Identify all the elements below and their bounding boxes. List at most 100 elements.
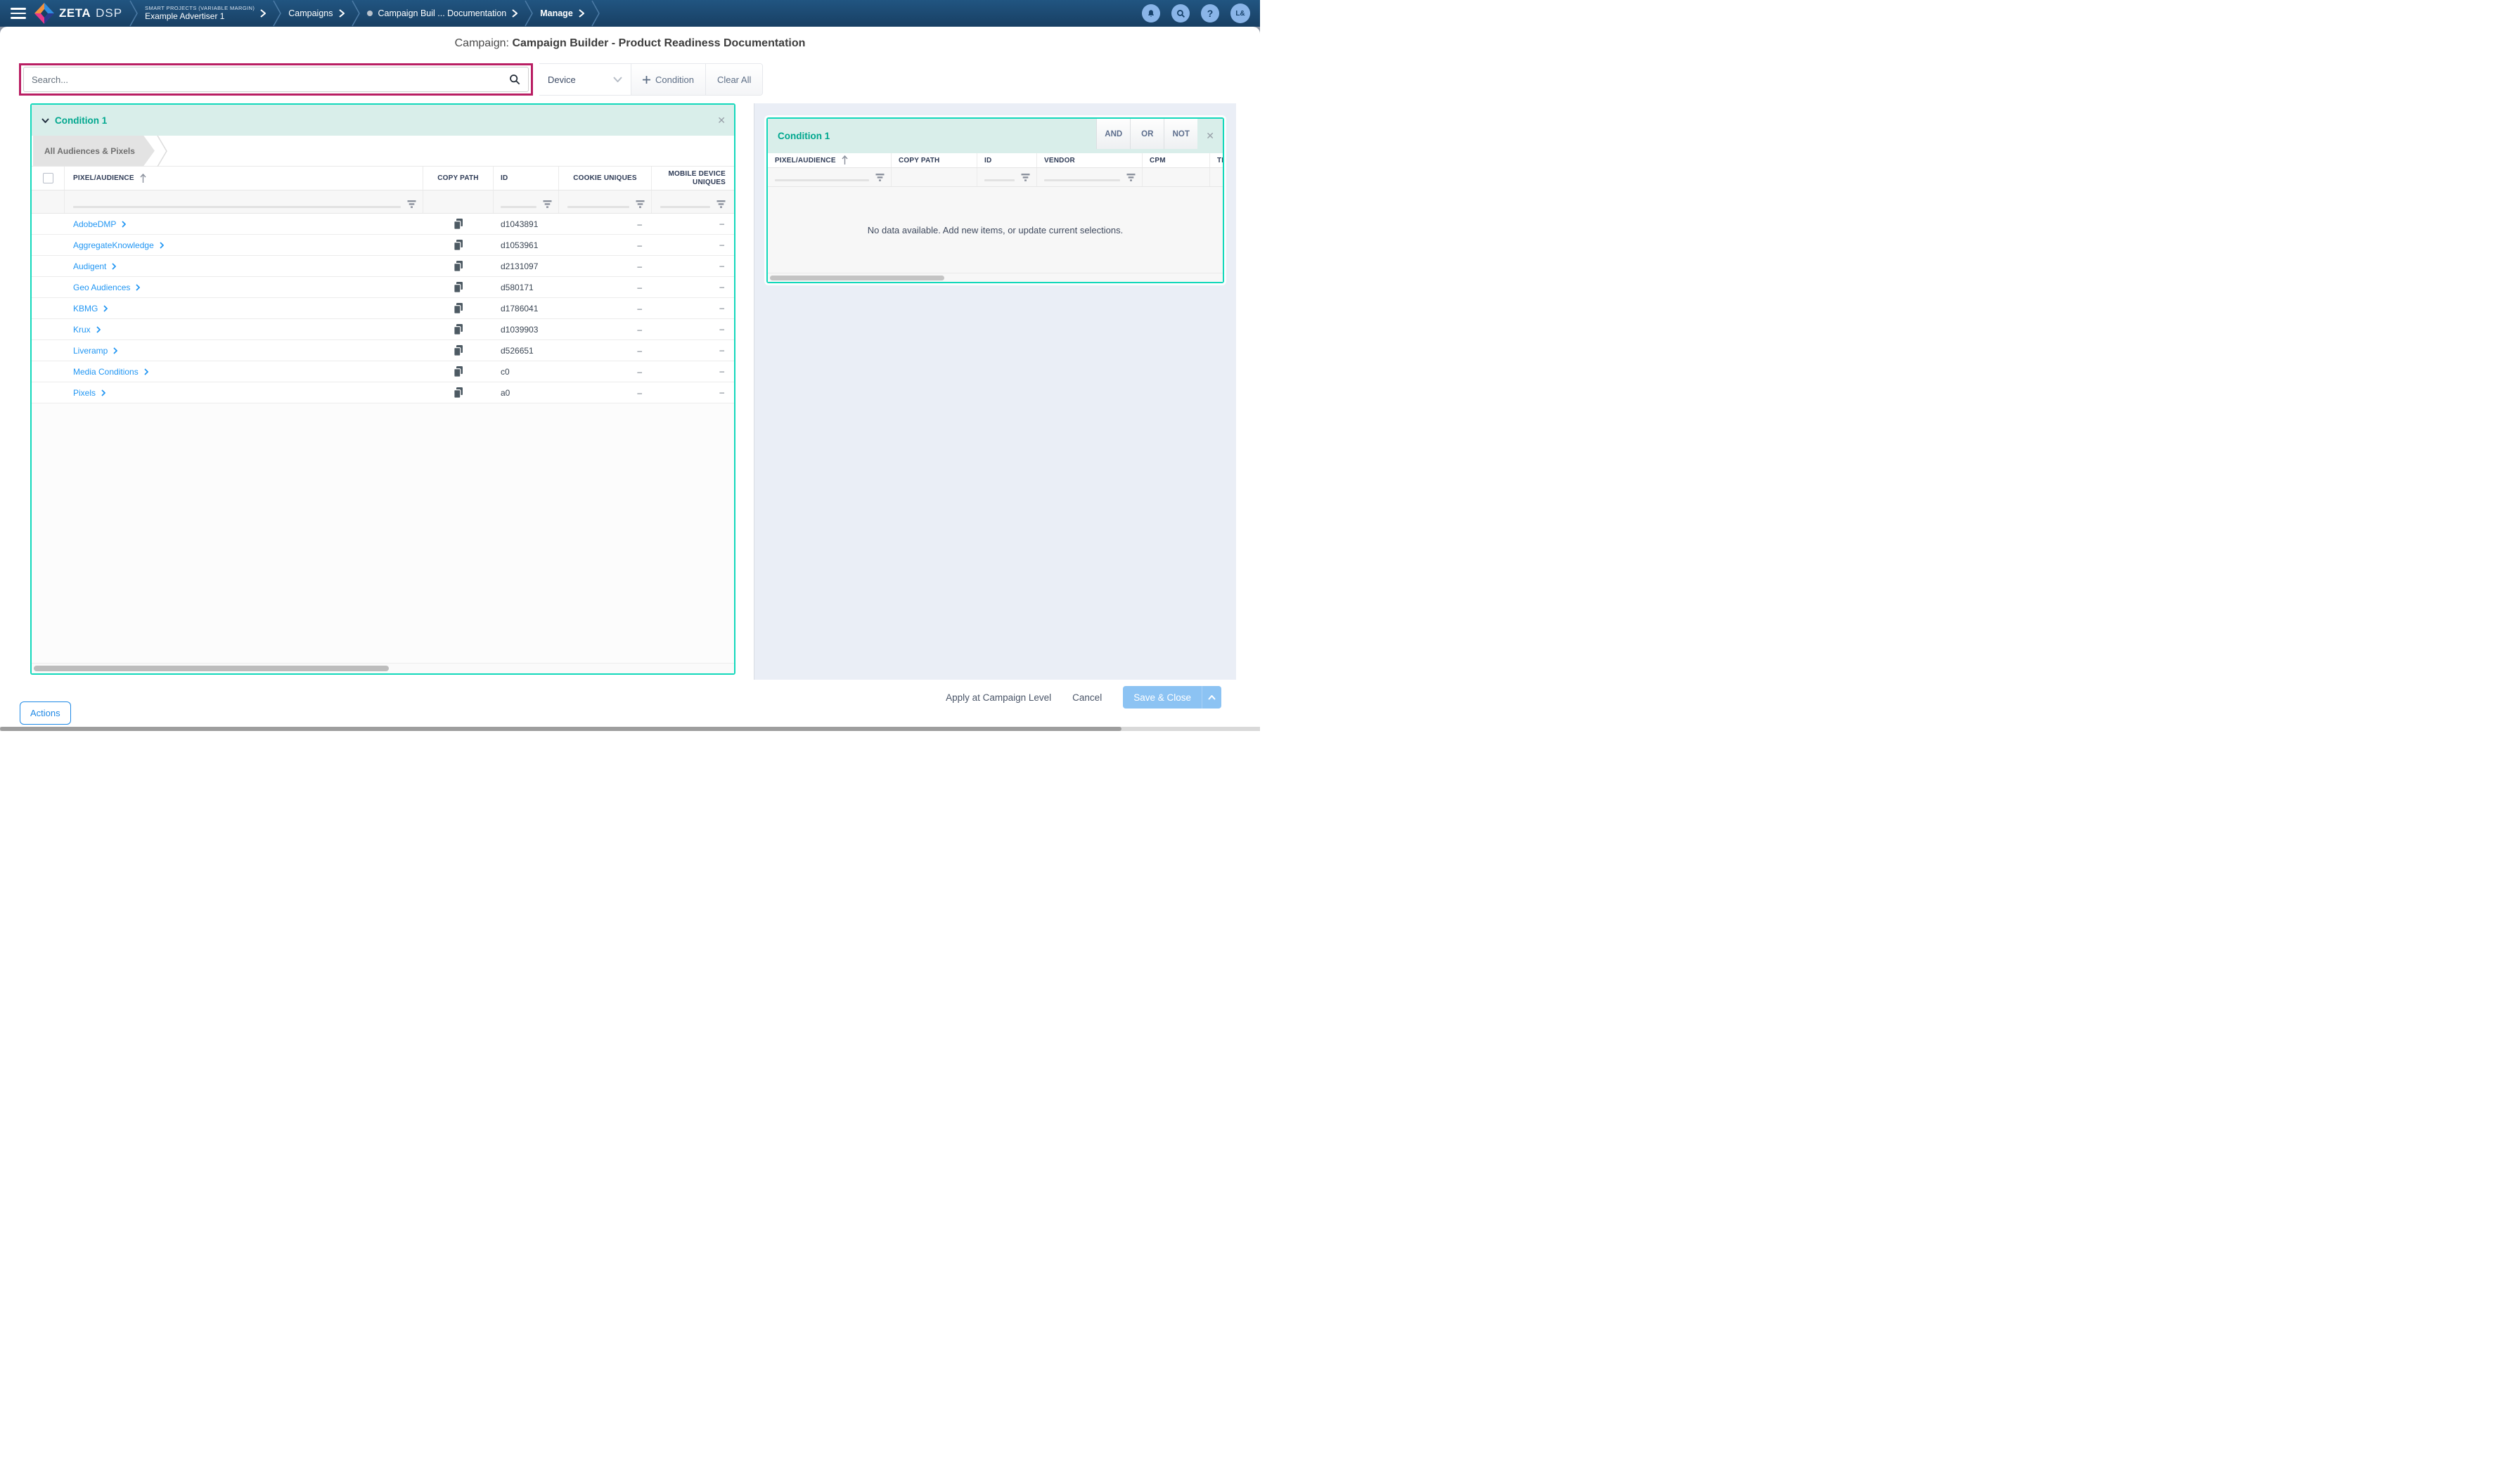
breadcrumb-campaign[interactable]: Campaign Buil ... Documentation <box>367 8 518 18</box>
table-row: KBMG d1786041 – – <box>32 298 734 319</box>
condition-title: Condition 1 <box>778 131 830 141</box>
column-header-copy-path[interactable]: COPY PATH <box>423 167 494 190</box>
search-icon[interactable] <box>509 74 520 85</box>
filter-icon[interactable] <box>636 200 645 208</box>
search-input[interactable] <box>32 75 509 85</box>
breadcrumb-campaigns[interactable]: Campaigns <box>288 8 344 18</box>
notifications-bell-icon[interactable] <box>1142 4 1160 22</box>
filter-icon[interactable] <box>1021 174 1030 181</box>
close-icon[interactable]: ✕ <box>709 115 734 127</box>
close-icon[interactable]: ✕ <box>1197 130 1223 142</box>
clear-all-button[interactable]: Clear All <box>705 64 762 95</box>
mobile-uniques-value: – <box>652 277 734 297</box>
copy-path-icon[interactable] <box>454 345 463 356</box>
tab-all-audiences-pixels[interactable]: All Audiences & Pixels <box>33 136 155 167</box>
save-options-toggle[interactable] <box>1202 686 1221 709</box>
audience-link[interactable]: Krux <box>73 325 101 335</box>
audience-link[interactable]: KBMG <box>73 304 108 313</box>
column-header-id[interactable]: ID <box>494 167 559 190</box>
search-highlight-box <box>19 63 533 96</box>
breadcrumb-campaign-label: Campaign Buil ... Documentation <box>378 8 507 18</box>
condition-header-left: Condition 1 ✕ <box>32 105 734 136</box>
chevron-right-icon <box>512 9 518 18</box>
breadcrumb-advertiser[interactable]: SMART PROJECTS (VARIABLE MARGIN) Example… <box>145 5 266 22</box>
copy-path-icon[interactable] <box>454 219 463 230</box>
table-row: AdobeDMP d1043891 – – <box>32 214 734 235</box>
filter-input-id[interactable] <box>501 206 536 208</box>
audience-link[interactable]: AdobeDMP <box>73 219 126 229</box>
horizontal-scrollbar[interactable] <box>768 273 1223 282</box>
zeta-logo-icon[interactable] <box>34 3 54 24</box>
chevron-right-icon <box>260 9 266 18</box>
filter-icon[interactable] <box>407 200 416 208</box>
copy-path-icon[interactable] <box>454 240 463 251</box>
column-header-audience[interactable]: PIXEL/AUDIENCE <box>768 153 892 167</box>
apply-campaign-level-link[interactable]: Apply at Campaign Level <box>946 692 1051 703</box>
audience-link[interactable]: Media Conditions <box>73 367 148 377</box>
scrollbar-thumb[interactable] <box>34 666 389 671</box>
hamburger-menu-icon[interactable] <box>11 8 26 19</box>
column-header-mobile-uniques[interactable]: MOBILE DEVICE UNIQUES <box>652 167 734 190</box>
cookie-uniques-value: – <box>559 277 652 297</box>
global-search-icon[interactable] <box>1171 4 1190 22</box>
filter-icon[interactable] <box>1126 174 1136 181</box>
column-header-id[interactable]: ID <box>977 153 1037 167</box>
chevron-down-icon[interactable] <box>41 118 49 123</box>
actions-button[interactable]: Actions <box>20 701 71 725</box>
filter-input-id[interactable] <box>984 179 1015 181</box>
audience-table-header: PIXEL/AUDIENCE COPY PATH ID COOKIE UNIQU… <box>32 167 734 190</box>
filter-input-cookie-uniques[interactable] <box>567 206 629 208</box>
breadcrumb-separator <box>129 0 138 27</box>
filter-input-audience[interactable] <box>73 206 401 208</box>
copy-path-icon[interactable] <box>454 303 463 314</box>
column-header-audience[interactable]: PIXEL/AUDIENCE <box>65 167 423 190</box>
operator-not-button[interactable]: NOT <box>1164 119 1197 149</box>
copy-path-icon[interactable] <box>454 282 463 293</box>
filter-input-vendor[interactable] <box>1044 179 1120 181</box>
page-title: Campaign: Campaign Builder - Product Rea… <box>0 37 1260 50</box>
filter-input-mobile-uniques[interactable] <box>660 206 710 208</box>
device-filter-value: Device <box>548 75 576 85</box>
audience-link[interactable]: Pixels <box>73 388 105 398</box>
copy-path-icon[interactable] <box>454 387 463 399</box>
toolbar-button-group: Device Condition Clear All <box>539 63 763 96</box>
horizontal-scrollbar[interactable] <box>32 664 734 673</box>
audience-name: Media Conditions <box>73 367 139 377</box>
column-header-time[interactable]: TIME <box>1210 153 1223 167</box>
breadcrumb-manage[interactable]: Manage <box>540 8 584 18</box>
scrollbar-thumb[interactable] <box>770 276 944 280</box>
column-header-cookie-uniques[interactable]: COOKIE UNIQUES <box>559 167 652 190</box>
select-all-checkbox[interactable] <box>43 173 53 183</box>
save-close-label: Save & Close <box>1123 686 1202 709</box>
audience-name: AdobeDMP <box>73 219 116 229</box>
page-horizontal-scrollbar[interactable] <box>0 727 1260 731</box>
help-icon[interactable]: ? <box>1201 4 1219 22</box>
copy-path-icon[interactable] <box>454 366 463 377</box>
filter-icon[interactable] <box>543 200 552 208</box>
filter-icon[interactable] <box>716 200 726 208</box>
column-header-copy-path[interactable]: COPY PATH <box>892 153 977 167</box>
add-condition-button[interactable]: Condition <box>631 64 705 95</box>
filter-icon[interactable] <box>875 174 885 181</box>
device-filter-dropdown[interactable]: Device <box>539 64 631 95</box>
column-header-cpm[interactable]: CPM <box>1143 153 1210 167</box>
audience-link[interactable]: Audigent <box>73 261 116 271</box>
audience-link[interactable]: AggregateKnowledge <box>73 240 164 250</box>
operator-and-button[interactable]: AND <box>1096 119 1130 149</box>
column-header-vendor[interactable]: VENDOR <box>1037 153 1143 167</box>
audience-link[interactable]: Liveramp <box>73 346 117 356</box>
cancel-link[interactable]: Cancel <box>1072 692 1102 703</box>
footer-bar: Actions Apply at Campaign Level Cancel S… <box>0 680 1260 727</box>
copy-path-icon[interactable] <box>454 324 463 335</box>
operator-or-button[interactable]: OR <box>1130 119 1164 149</box>
audience-link[interactable]: Geo Audiences <box>73 283 140 292</box>
save-close-button[interactable]: Save & Close <box>1123 686 1221 709</box>
audience-id: a0 <box>494 382 559 403</box>
app-window: ZETADSP SMART PROJECTS (VARIABLE MARGIN)… <box>0 0 1260 731</box>
chevron-right-icon <box>144 368 148 375</box>
copy-path-icon[interactable] <box>454 261 463 272</box>
audience-name: Liveramp <box>73 346 108 356</box>
filter-input-audience[interactable] <box>775 179 869 181</box>
user-avatar[interactable]: L& <box>1230 4 1250 23</box>
scrollbar-thumb[interactable] <box>0 727 1121 731</box>
